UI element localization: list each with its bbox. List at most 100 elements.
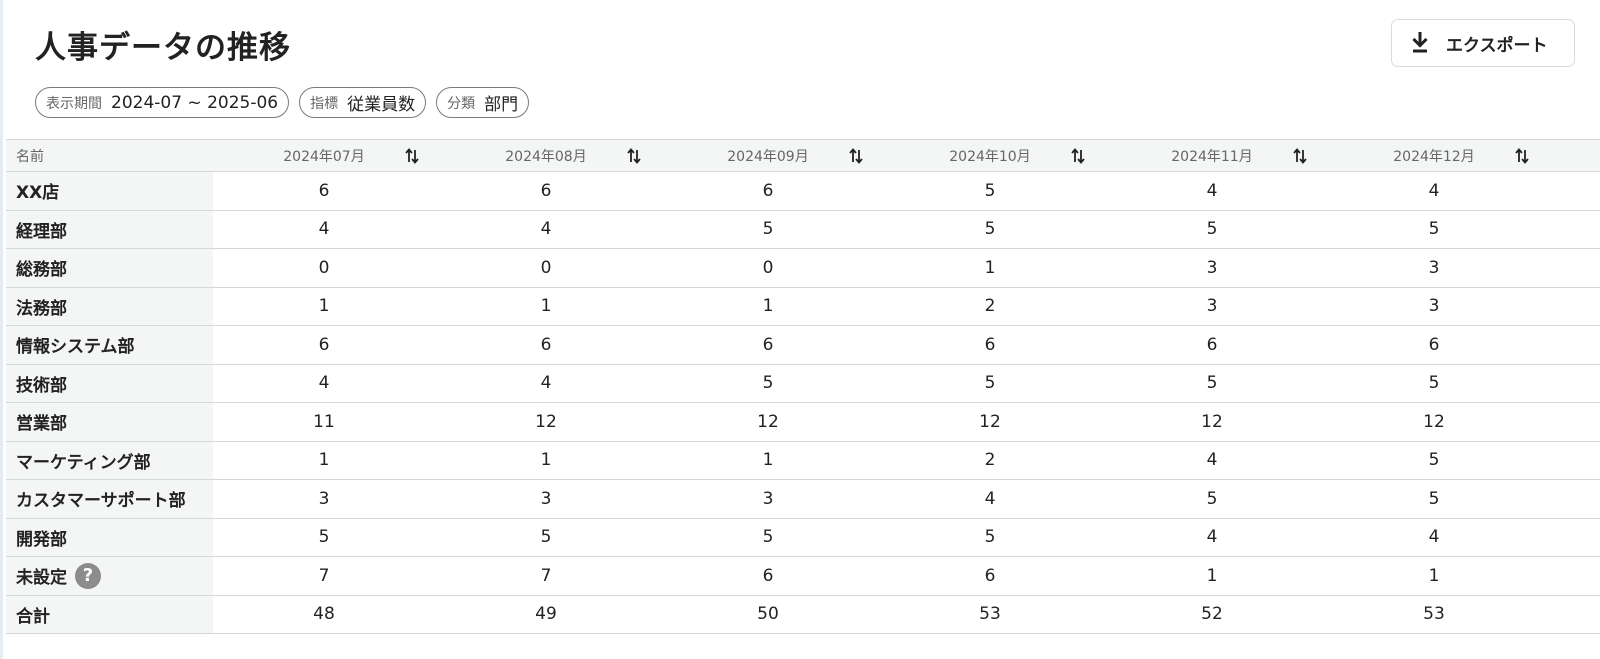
page-title: 人事データの推移 (35, 30, 291, 66)
table-row: マーケティング部 1 1 1 2 4 5 (6, 441, 1600, 480)
column-header: 2024年09月 (657, 139, 879, 172)
sort-icon[interactable] (1071, 147, 1085, 164)
table-cell: 12 (1323, 402, 1545, 442)
filter-chip-period[interactable]: 表示期間 2024-07 ~ 2025-06 (35, 87, 290, 118)
table-cell: 1 (213, 287, 435, 326)
table-cell: 7 (435, 556, 657, 596)
table-cell: 5 (1323, 210, 1545, 249)
table-cell: 6 (657, 556, 879, 596)
table-cell: 11 (213, 402, 435, 442)
row-name-cell: 営業部 (6, 402, 213, 442)
table-cell: 1 (657, 287, 879, 326)
row-name-cell: XX店 (6, 171, 213, 211)
row-name: マーケティング部 (16, 452, 151, 473)
filter-label: 指標 (310, 95, 339, 112)
row-name: 経理部 (16, 221, 67, 242)
row-name: XX店 (16, 183, 60, 204)
table-cell: 6 (879, 556, 1101, 596)
column-header: 2024年07月 (213, 139, 435, 172)
data-table: 名前 2024年07月 2024年08月 2024年09月 2024年10月 2024年… (6, 139, 1600, 634)
table-cell: 3 (1323, 248, 1545, 288)
table-cell-spacer (1545, 556, 1600, 596)
filter-chip-metric[interactable]: 指標 従業員数 (299, 87, 427, 118)
table-cell: 4 (1101, 518, 1323, 557)
filter-label: 表示期間 (46, 95, 102, 112)
table-cell-spacer (1545, 287, 1600, 326)
table-cell: 5 (879, 210, 1101, 249)
table-cell: 1 (1101, 556, 1323, 596)
table-cell: 5 (1101, 210, 1323, 249)
column-header-label: 2024年07月 (283, 148, 365, 165)
sort-icon[interactable] (627, 147, 641, 164)
row-name-cell: 技術部 (6, 364, 213, 403)
table-cell-spacer (1545, 441, 1600, 480)
table-cell: 4 (213, 364, 435, 403)
column-header: 2024年11月 (1101, 139, 1323, 172)
filter-value: 従業員数 (347, 95, 416, 115)
sort-icon[interactable] (1515, 147, 1529, 164)
row-name-cell: 経理部 (6, 210, 213, 249)
table-row: 法務部 1 1 1 2 3 3 (6, 287, 1600, 326)
table-cell: 5 (1323, 441, 1545, 480)
row-name-cell: 法務部 (6, 287, 213, 326)
table-cell: 6 (657, 171, 879, 211)
table-row: 技術部 4 4 5 5 5 5 (6, 364, 1600, 403)
table-cell: 49 (435, 595, 657, 634)
page: 人事データの推移 エクスポート 表示期間 2024-07 ~ 2025-06 指… (0, 0, 1600, 659)
table-cell: 3 (657, 479, 879, 519)
table-cell: 5 (657, 518, 879, 557)
table-header-row: 名前 2024年07月 2024年08月 2024年09月 2024年10月 2024年… (6, 139, 1600, 172)
table-cell: 2 (879, 441, 1101, 480)
column-header-spacer (1545, 139, 1600, 172)
table-cell-spacer (1545, 171, 1600, 211)
row-name: 合計 (16, 606, 50, 627)
table-cell: 0 (435, 248, 657, 288)
filter-value: 部門 (484, 95, 519, 115)
table-cell: 6 (879, 325, 1101, 365)
row-name-cell: カスタマーサポート部 (6, 479, 213, 519)
row-name-cell: 未設定? (6, 556, 213, 596)
table-cell: 4 (1101, 441, 1323, 480)
table-cell: 6 (435, 325, 657, 365)
row-name-cell: 情報システム部 (6, 325, 213, 365)
table-row: 未設定? 7 7 6 6 1 1 (6, 556, 1600, 596)
table-cell: 3 (213, 479, 435, 519)
column-header-label: 2024年09月 (727, 148, 809, 165)
table-cell: 5 (657, 210, 879, 249)
row-name: 開発部 (16, 529, 67, 550)
table-cell: 1 (435, 287, 657, 326)
table-cell: 4 (435, 210, 657, 249)
table-row: 総務部 0 0 0 1 3 3 (6, 248, 1600, 288)
row-name: 法務部 (16, 298, 67, 319)
column-header-label: 2024年10月 (949, 148, 1031, 165)
help-icon[interactable]: ? (75, 562, 101, 589)
filter-chip-category[interactable]: 分類 部門 (436, 87, 530, 118)
export-button[interactable]: エクスポート (1391, 19, 1575, 67)
sort-icon[interactable] (405, 147, 419, 164)
table-cell: 5 (657, 364, 879, 403)
table-cell: 5 (1323, 364, 1545, 403)
table-cell: 5 (1101, 364, 1323, 403)
column-header-name: 名前 (6, 139, 213, 172)
column-header: 2024年08月 (435, 139, 657, 172)
table-body: XX店 6 6 6 5 4 4 経理部 4 4 5 5 5 5 総務部 0 0 0 1 3 3 法務部 1 1 1 2 3 3 情報シス… (6, 171, 1600, 634)
table-cell: 1 (657, 441, 879, 480)
table-cell: 1 (213, 441, 435, 480)
table-cell: 0 (213, 248, 435, 288)
table-cell-spacer (1545, 402, 1600, 442)
table-cell-spacer (1545, 595, 1600, 634)
table-cell: 48 (213, 595, 435, 634)
table-cell: 4 (879, 479, 1101, 519)
table-row: 合計 48 49 50 53 52 53 (6, 595, 1600, 634)
sort-icon[interactable] (849, 147, 863, 164)
sort-icon[interactable] (1293, 147, 1307, 164)
table-cell: 4 (435, 364, 657, 403)
table-cell: 6 (435, 171, 657, 211)
table-cell-spacer (1545, 248, 1600, 288)
table-cell: 5 (213, 518, 435, 557)
table-row: カスタマーサポート部 3 3 3 4 5 5 (6, 479, 1600, 519)
row-name-cell: 開発部 (6, 518, 213, 557)
row-name: 未設定 (16, 568, 67, 589)
table-cell: 0 (657, 248, 879, 288)
table-cell: 3 (1323, 287, 1545, 326)
